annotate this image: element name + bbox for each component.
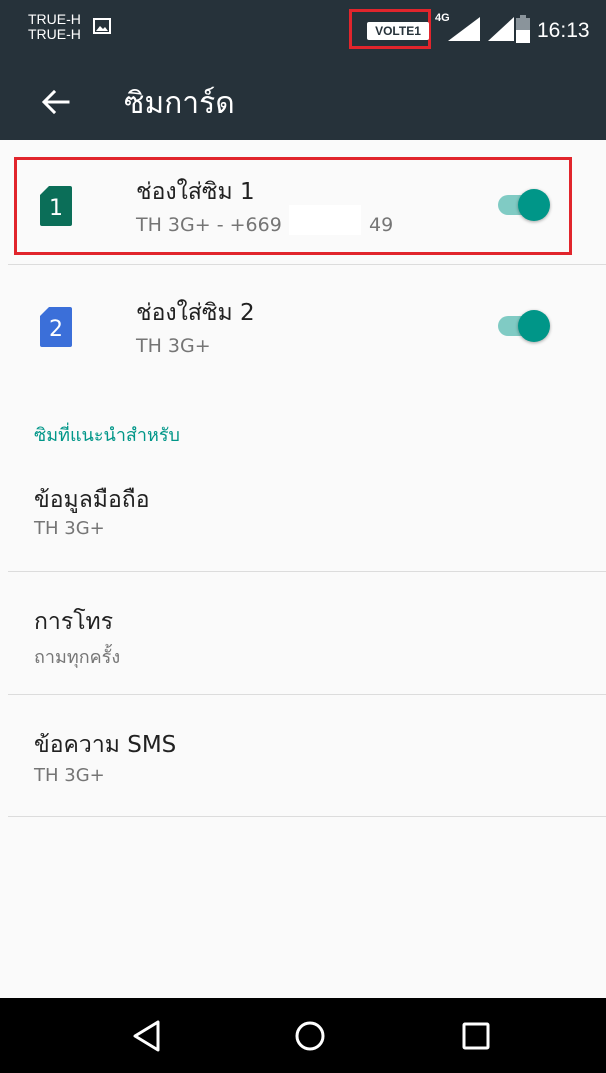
sim-slot-1-title: ช่องใส่ซิม 1 [136,179,255,205]
section-header: ซิมที่แนะนำสำหรับ [34,425,180,446]
volte-badge: VOLTE1 [367,22,429,40]
sim-card-icon: 1 [40,186,72,226]
toolbar: ซิมการ์ด [0,62,606,140]
sim-slot-1-subtitle-end: 49 [369,214,394,236]
nav-back-icon[interactable] [128,1016,168,1056]
redacted-number [289,205,361,235]
image-icon [93,18,111,34]
pref-sms-value: TH 3G+ [34,765,105,786]
carrier-1: TRUE-H [28,11,81,27]
status-bar: TRUE-H TRUE-H VOLTE1 4G 16:13 [0,0,606,62]
signal-icon [448,17,480,41]
navigation-bar [0,998,606,1073]
carrier-labels: TRUE-H TRUE-H [28,12,81,42]
divider [8,816,606,817]
pref-calls-title: การโทร [34,609,114,635]
pref-calls-value: ถามทุกครั้ง [34,647,121,668]
sim-slot-1-row[interactable]: 1 ช่องใส่ซิม 1 TH 3G+ - +669 49 [0,140,606,264]
pref-sms-title: ข้อความ SMS [34,732,177,758]
battery-icon [516,15,530,43]
pref-mobile-data[interactable]: ข้อมูลมือถือ TH 3G+ [0,460,606,570]
sim-card-icon: 2 [40,307,72,347]
clock: 16:13 [537,19,590,42]
toggle-knob [518,310,550,342]
carrier-2: TRUE-H [28,26,81,42]
sim-slot-1-toggle[interactable] [496,186,554,222]
toggle-knob [518,189,550,221]
sim-slot-2-row[interactable]: 2 ช่องใส่ซิม 2 TH 3G+ [0,265,606,389]
pref-mobile-data-title: ข้อมูลมือถือ [34,487,150,513]
page-title: ซิมการ์ด [124,86,235,121]
pref-mobile-data-value: TH 3G+ [34,518,105,539]
sim-1-badge: 1 [49,196,63,221]
sim-2-badge: 2 [49,317,63,342]
nav-recents-icon[interactable] [456,1016,496,1056]
signal-icon [488,17,514,41]
sim-slot-2-toggle[interactable] [496,307,554,343]
sim-slot-2-title: ช่องใส่ซิม 2 [136,300,255,326]
nav-home-icon[interactable] [290,1016,330,1056]
back-arrow-icon[interactable] [40,86,72,118]
pref-sms[interactable]: ข้อความ SMS TH 3G+ [0,695,606,816]
sim-slot-2-subtitle: TH 3G+ [136,335,211,357]
sim-slot-1-subtitle: TH 3G+ - +669 [136,214,282,236]
pref-calls[interactable]: การโทร ถามทุกครั้ง [0,572,606,693]
